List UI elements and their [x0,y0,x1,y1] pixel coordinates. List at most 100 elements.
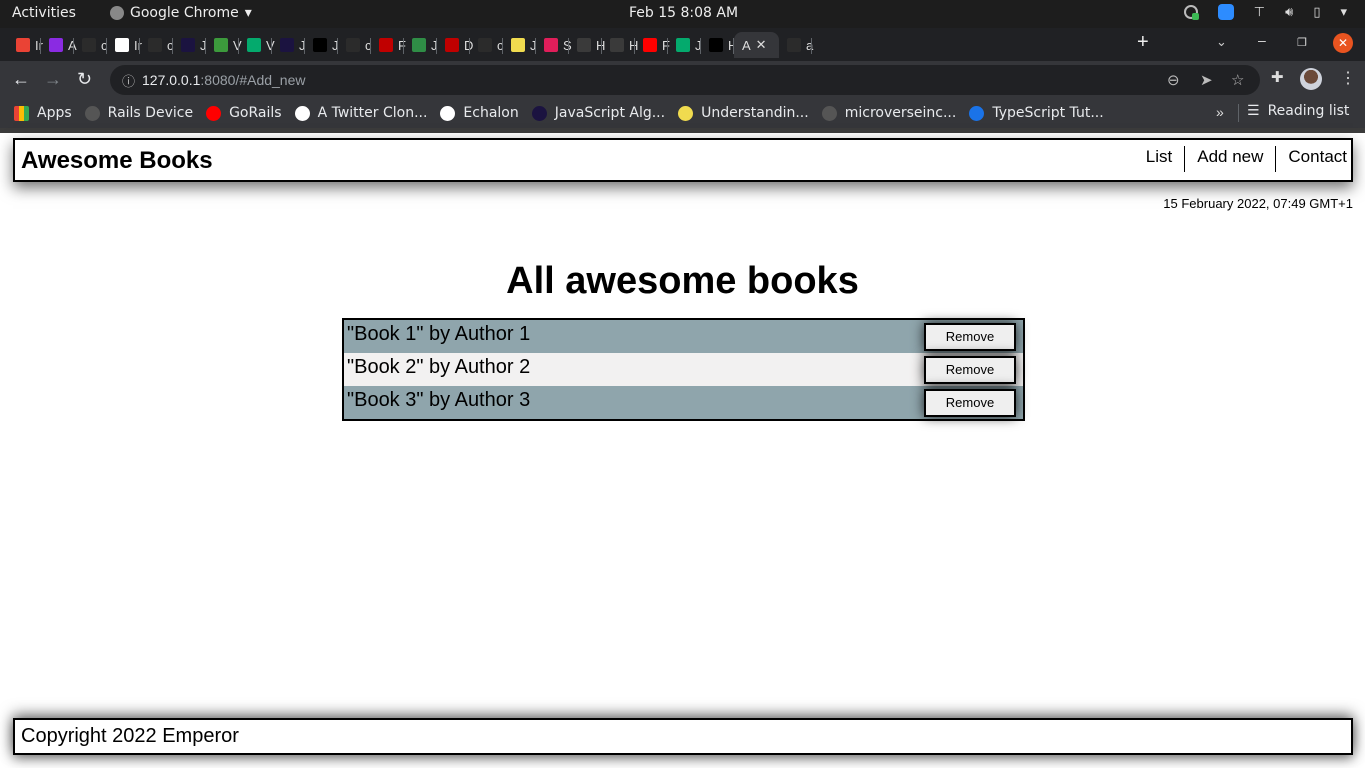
nav-link-contact[interactable]: Contact [1275,146,1351,172]
tab[interactable]: Ir [8,32,43,58]
tab[interactable]: H [602,32,638,58]
nav-link-list[interactable]: List [1134,146,1184,172]
tab[interactable]: J [404,32,438,58]
remove-button[interactable]: Remove [924,388,1016,417]
bookmark-item[interactable]: GoRails [206,105,282,121]
tab[interactable]: J [173,32,207,58]
tab[interactable]: c [74,32,108,58]
hf-icon [610,38,624,52]
network-icon[interactable]: ⊤ [1254,5,1265,20]
tab[interactable]: H [701,32,737,58]
tab[interactable]: V [206,32,242,58]
bookmarks-bar: Apps Rails Device GoRails A Twitter Clon...… [0,98,1365,128]
page-title: All awesome books [506,260,859,302]
app-menu[interactable]: Google Chrome ▾ [110,5,252,21]
site-info-icon[interactable]: ⓘ [122,71,135,90]
forward-button[interactable]: → [44,69,62,90]
site-nav: List Add new Contact [1134,146,1351,172]
book-row: "Book 3" by Author 3 Remove [344,386,1023,419]
tab[interactable]: c [470,32,504,58]
more-bookmarks-button[interactable]: » [1216,104,1224,120]
send-icon[interactable]: ➤ [1200,71,1213,89]
book-title-author: "Book 1" by Author 1 [347,323,531,345]
geeksforgeeks-icon [412,38,426,52]
tab[interactable]: A [41,32,77,58]
bookmark-item[interactable]: Apps [14,105,72,121]
site-header: Awesome Books List Add new Contact [13,138,1353,182]
url-text[interactable]: 127.0.0.1:8080/#Add_new [142,72,305,88]
tab[interactable]: c [338,32,372,58]
bookmark-item[interactable]: A Twitter Clon... [294,105,428,121]
github-icon [478,38,492,52]
tab[interactable]: a [779,32,813,58]
bookmark-star-icon[interactable]: ☆ [1231,71,1244,89]
close-window-button[interactable]: ✕ [1333,33,1353,53]
close-tab-icon[interactable]: ✕ [756,37,767,53]
zoom-out-icon[interactable]: ⊖ [1167,71,1180,89]
reading-list-button[interactable]: ☰ Reading list [1247,103,1349,119]
bookmark-label: JavaScript Alg... [554,105,666,121]
tab[interactable]: Ir [107,32,142,58]
bookmark-item[interactable]: JavaScript Alg... [531,105,666,121]
extensions-puzzle-icon[interactable]: ✚ [1271,68,1284,86]
tab-search-icon[interactable]: ⌄ [1216,34,1227,50]
address-bar[interactable]: ⓘ 127.0.0.1:8080/#Add_new ⊖ ➤ ☆ [110,65,1260,95]
remove-button[interactable]: Remove [924,355,1016,384]
system-tray[interactable]: ⊤ 🔊︎ ▯ ▾ [1183,4,1347,20]
tab[interactable]: F [635,32,670,58]
tower-icon [379,38,393,52]
w3schools-icon [676,38,690,52]
bookmark-item[interactable]: Rails Device [84,105,193,121]
remove-button[interactable]: Remove [924,322,1016,351]
menu-kebab-icon[interactable]: ⋮ [1340,68,1356,88]
tab[interactable]: V [239,32,275,58]
tab[interactable]: J [305,32,339,58]
reload-button[interactable]: ↻ [77,69,92,90]
tab[interactable]: J [272,32,306,58]
back-button[interactable]: ← [12,69,30,90]
nav-link-add-new[interactable]: Add new [1184,146,1275,172]
tab[interactable]: H [569,32,605,58]
book-row: "Book 1" by Author 1 Remove [344,320,1023,353]
github-icon [148,38,162,52]
tab[interactable]: c [140,32,174,58]
clock[interactable]: Feb 15 8:08 AM [629,5,738,21]
github-icon [787,38,801,52]
github-icon [82,38,96,52]
tab[interactable]: F [371,32,406,58]
youtube-icon [643,38,657,52]
tab[interactable]: S [536,32,572,58]
minimize-button[interactable]: – [1258,32,1266,48]
tab[interactable]: D [437,32,473,58]
bookmark-label: microverseinc... [844,105,957,121]
whatsapp-icon[interactable] [1183,5,1199,20]
caret-down-icon[interactable]: ▾ [1340,5,1347,20]
site-logo: Awesome Books [21,147,213,174]
bookmark-label: A Twitter Clon... [317,105,428,121]
zoom-app-icon[interactable] [1217,4,1234,20]
restore-button[interactable]: ❐ [1297,36,1307,49]
bookmark-item[interactable]: Echalon [440,105,519,121]
browser-toolbar: ← → ↻ ⓘ 127.0.0.1:8080/#Add_new ⊖ ➤ ☆ [0,61,1365,98]
web-page: Awesome Books List Add new Contact 15 Fe… [0,133,1365,768]
activities-button[interactable]: Activities [12,5,76,21]
slack-icon [544,38,558,52]
bookmark-item[interactable]: TypeScript Tut... [969,105,1104,121]
tabs: Ir Ac Ir c J V V J Jc F J Dc J S H H F J H A ✕ a [8,32,813,58]
profile-avatar[interactable] [1300,68,1322,90]
freecodecamp-icon [181,38,195,52]
volume-icon[interactable]: 🔊︎ [1285,5,1293,20]
tab-active[interactable]: A ✕ [734,32,779,58]
bookmark-item[interactable]: microverseinc... [821,105,957,121]
github-icon [346,38,360,52]
battery-icon[interactable]: ▯ [1313,5,1320,20]
current-datetime: 15 February 2022, 07:49 GMT+1 [1163,196,1353,211]
tab-strip: Ir Ac Ir c J V V J Jc F J Dc J S H H F J H A ✕ a + ⌄ – ❐ [0,28,1365,61]
tab[interactable]: J [503,32,537,58]
new-tab-button[interactable]: + [1137,31,1149,54]
tab[interactable]: J [668,32,702,58]
book-row: "Book 2" by Author 2 Remove [344,353,1023,386]
bookmark-item[interactable]: Understandin... [678,105,809,121]
tower-icon [445,38,459,52]
bird-icon [709,38,723,52]
